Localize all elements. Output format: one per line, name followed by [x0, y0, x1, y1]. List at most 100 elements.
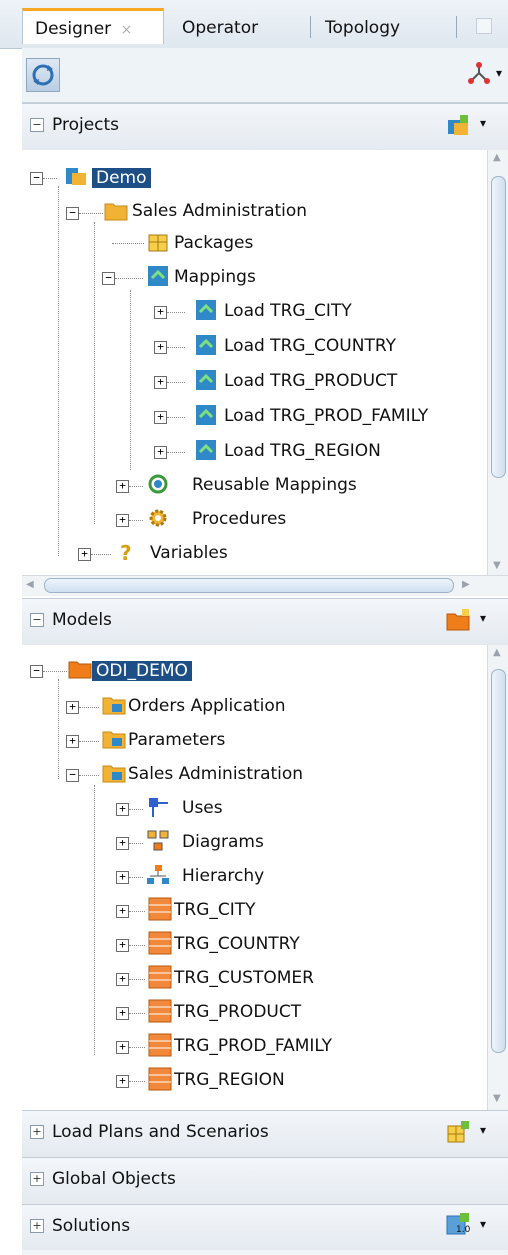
- connect-navigator-button[interactable]: [466, 60, 492, 86]
- global-objects-label: Global Objects: [52, 1169, 176, 1189]
- expand-toggle[interactable]: +: [154, 376, 167, 389]
- tab-designer[interactable]: Designer ×: [22, 8, 164, 44]
- new-model-folder-icon[interactable]: [446, 609, 470, 631]
- tree-line: [58, 679, 59, 779]
- tree-node-packages[interactable]: Packages: [174, 228, 253, 258]
- expand-toggle[interactable]: +: [66, 701, 79, 714]
- tree-node-odi-demo[interactable]: ODI_DEMO: [92, 656, 192, 686]
- tree-node-mapping[interactable]: Load TRG_COUNTRY: [224, 331, 396, 361]
- tree-node-procedures[interactable]: Procedures: [192, 504, 286, 534]
- scroll-left-icon[interactable]: ◀: [26, 579, 34, 590]
- tree-node-mappings[interactable]: Mappings: [174, 262, 256, 292]
- tree-line: [129, 1013, 145, 1014]
- tree-line: [79, 741, 99, 742]
- chevron-down-icon[interactable]: ▾: [480, 1217, 486, 1231]
- expand-icon[interactable]: +: [30, 1172, 44, 1186]
- projects-tree: − Demo − Sales Administration Packages −…: [22, 150, 508, 575]
- variable-icon: ?: [120, 541, 132, 564]
- expand-toggle[interactable]: +: [116, 1041, 129, 1054]
- tree-node-parameters[interactable]: Parameters: [128, 725, 225, 755]
- refresh-icon: [32, 64, 54, 86]
- refresh-button[interactable]: [26, 58, 60, 92]
- tree-node-mapping[interactable]: Load TRG_CITY: [224, 296, 352, 326]
- collapse-icon[interactable]: −: [30, 118, 44, 132]
- tree-node-diagrams[interactable]: Diagrams: [182, 827, 264, 857]
- tree-node-uses[interactable]: Uses: [182, 793, 223, 823]
- tree-node-sales-administration[interactable]: Sales Administration: [128, 759, 303, 789]
- expand-toggle[interactable]: +: [116, 905, 129, 918]
- tree-node-mapping[interactable]: Load TRG_PRODUCT: [224, 366, 397, 396]
- tab-close-icon[interactable]: ×: [121, 22, 133, 38]
- tree-node-hierarchy[interactable]: Hierarchy: [182, 861, 264, 891]
- expand-toggle[interactable]: +: [154, 306, 167, 319]
- expand-toggle[interactable]: +: [116, 480, 129, 493]
- scroll-down-icon[interactable]: ▼: [493, 560, 501, 571]
- scroll-down-icon[interactable]: ▼: [493, 1093, 501, 1104]
- scrollbar-thumb[interactable]: [491, 669, 506, 1053]
- scroll-up-icon[interactable]: ▲: [493, 647, 501, 658]
- load-plans-accordion-header[interactable]: + Load Plans and Scenarios ▾: [22, 1110, 508, 1158]
- tab-operator-label: Operator: [182, 18, 259, 38]
- tree-node-datastore[interactable]: TRG_COUNTRY: [174, 929, 300, 959]
- scroll-up-icon[interactable]: ▲: [493, 152, 501, 163]
- solutions-accordion-header[interactable]: + Solutions 1.0 ▾: [22, 1204, 508, 1252]
- expand-toggle[interactable]: +: [116, 973, 129, 986]
- collapse-toggle[interactable]: −: [66, 207, 79, 220]
- models-accordion-header[interactable]: − Models ▾: [22, 598, 508, 646]
- expand-toggle[interactable]: +: [154, 446, 167, 459]
- scrollbar-thumb[interactable]: [44, 578, 454, 593]
- tree-line: [43, 178, 57, 179]
- scroll-right-icon[interactable]: ▶: [462, 579, 470, 590]
- tree-node-sales-administration[interactable]: Sales Administration: [132, 196, 307, 226]
- tree-node-reusable-mappings[interactable]: Reusable Mappings: [192, 470, 357, 500]
- expand-toggle[interactable]: +: [116, 837, 129, 850]
- expand-toggle[interactable]: +: [116, 939, 129, 952]
- global-objects-accordion-header[interactable]: + Global Objects: [22, 1157, 508, 1205]
- expand-icon[interactable]: +: [30, 1219, 44, 1233]
- vertical-scrollbar[interactable]: ▲ ▼: [487, 150, 508, 575]
- expand-toggle[interactable]: +: [154, 411, 167, 424]
- tab-operator[interactable]: Operator: [182, 10, 258, 46]
- tree-node-datastore[interactable]: TRG_CUSTOMER: [174, 963, 314, 993]
- collapse-toggle[interactable]: −: [30, 665, 43, 678]
- collapse-toggle[interactable]: −: [102, 272, 115, 285]
- expand-toggle[interactable]: +: [78, 548, 91, 561]
- tree-node-datastore[interactable]: TRG_REGION: [174, 1065, 285, 1095]
- vertical-scrollbar[interactable]: ▲ ▼: [487, 645, 508, 1110]
- expand-toggle[interactable]: +: [116, 1075, 129, 1088]
- tree-node-datastore[interactable]: TRG_CITY: [174, 895, 256, 925]
- expand-toggle[interactable]: +: [116, 514, 129, 527]
- expand-toggle[interactable]: +: [116, 803, 129, 816]
- chevron-down-icon[interactable]: ▾: [480, 611, 486, 625]
- tree-line: [94, 785, 95, 1055]
- chevron-down-icon[interactable]: ▾: [480, 1123, 486, 1137]
- new-solution-button[interactable]: 1.0: [446, 1213, 470, 1237]
- expand-toggle[interactable]: +: [116, 871, 129, 884]
- collapse-toggle[interactable]: −: [66, 769, 79, 782]
- chevron-down-icon[interactable]: ▾: [496, 66, 502, 80]
- expand-toggle[interactable]: +: [66, 735, 79, 748]
- minimize-icon[interactable]: [476, 18, 492, 34]
- scrollbar-thumb[interactable]: [491, 176, 506, 478]
- tree-node-datastore[interactable]: TRG_PRODUCT: [174, 997, 301, 1027]
- expand-toggle[interactable]: +: [154, 341, 167, 354]
- projects-accordion-header[interactable]: − Projects ▾: [22, 103, 508, 151]
- tree-line: [130, 290, 131, 470]
- tree-node-datastore[interactable]: TRG_PROD_FAMILY: [174, 1031, 332, 1061]
- horizontal-scrollbar[interactable]: ◀ ▶: [22, 575, 508, 596]
- tab-topology[interactable]: Topology: [325, 10, 400, 46]
- new-load-plan-icon[interactable]: [446, 1121, 470, 1143]
- expand-toggle[interactable]: +: [116, 1007, 129, 1020]
- collapse-toggle[interactable]: −: [30, 172, 43, 185]
- tree-node-demo[interactable]: Demo: [92, 163, 151, 193]
- tree-node-mapping[interactable]: Load TRG_REGION: [224, 436, 381, 466]
- tree-node-mapping[interactable]: Load TRG_PROD_FAMILY: [224, 401, 428, 431]
- new-project-icon[interactable]: [446, 114, 470, 136]
- tree-line: [129, 945, 145, 946]
- chevron-down-icon[interactable]: ▾: [480, 116, 486, 130]
- tree-node-orders-application[interactable]: Orders Application: [128, 691, 286, 721]
- procedure-gear-icon: [149, 509, 167, 527]
- collapse-icon[interactable]: −: [30, 613, 44, 627]
- expand-icon[interactable]: +: [30, 1125, 44, 1139]
- tree-node-variables[interactable]: Variables: [150, 538, 228, 568]
